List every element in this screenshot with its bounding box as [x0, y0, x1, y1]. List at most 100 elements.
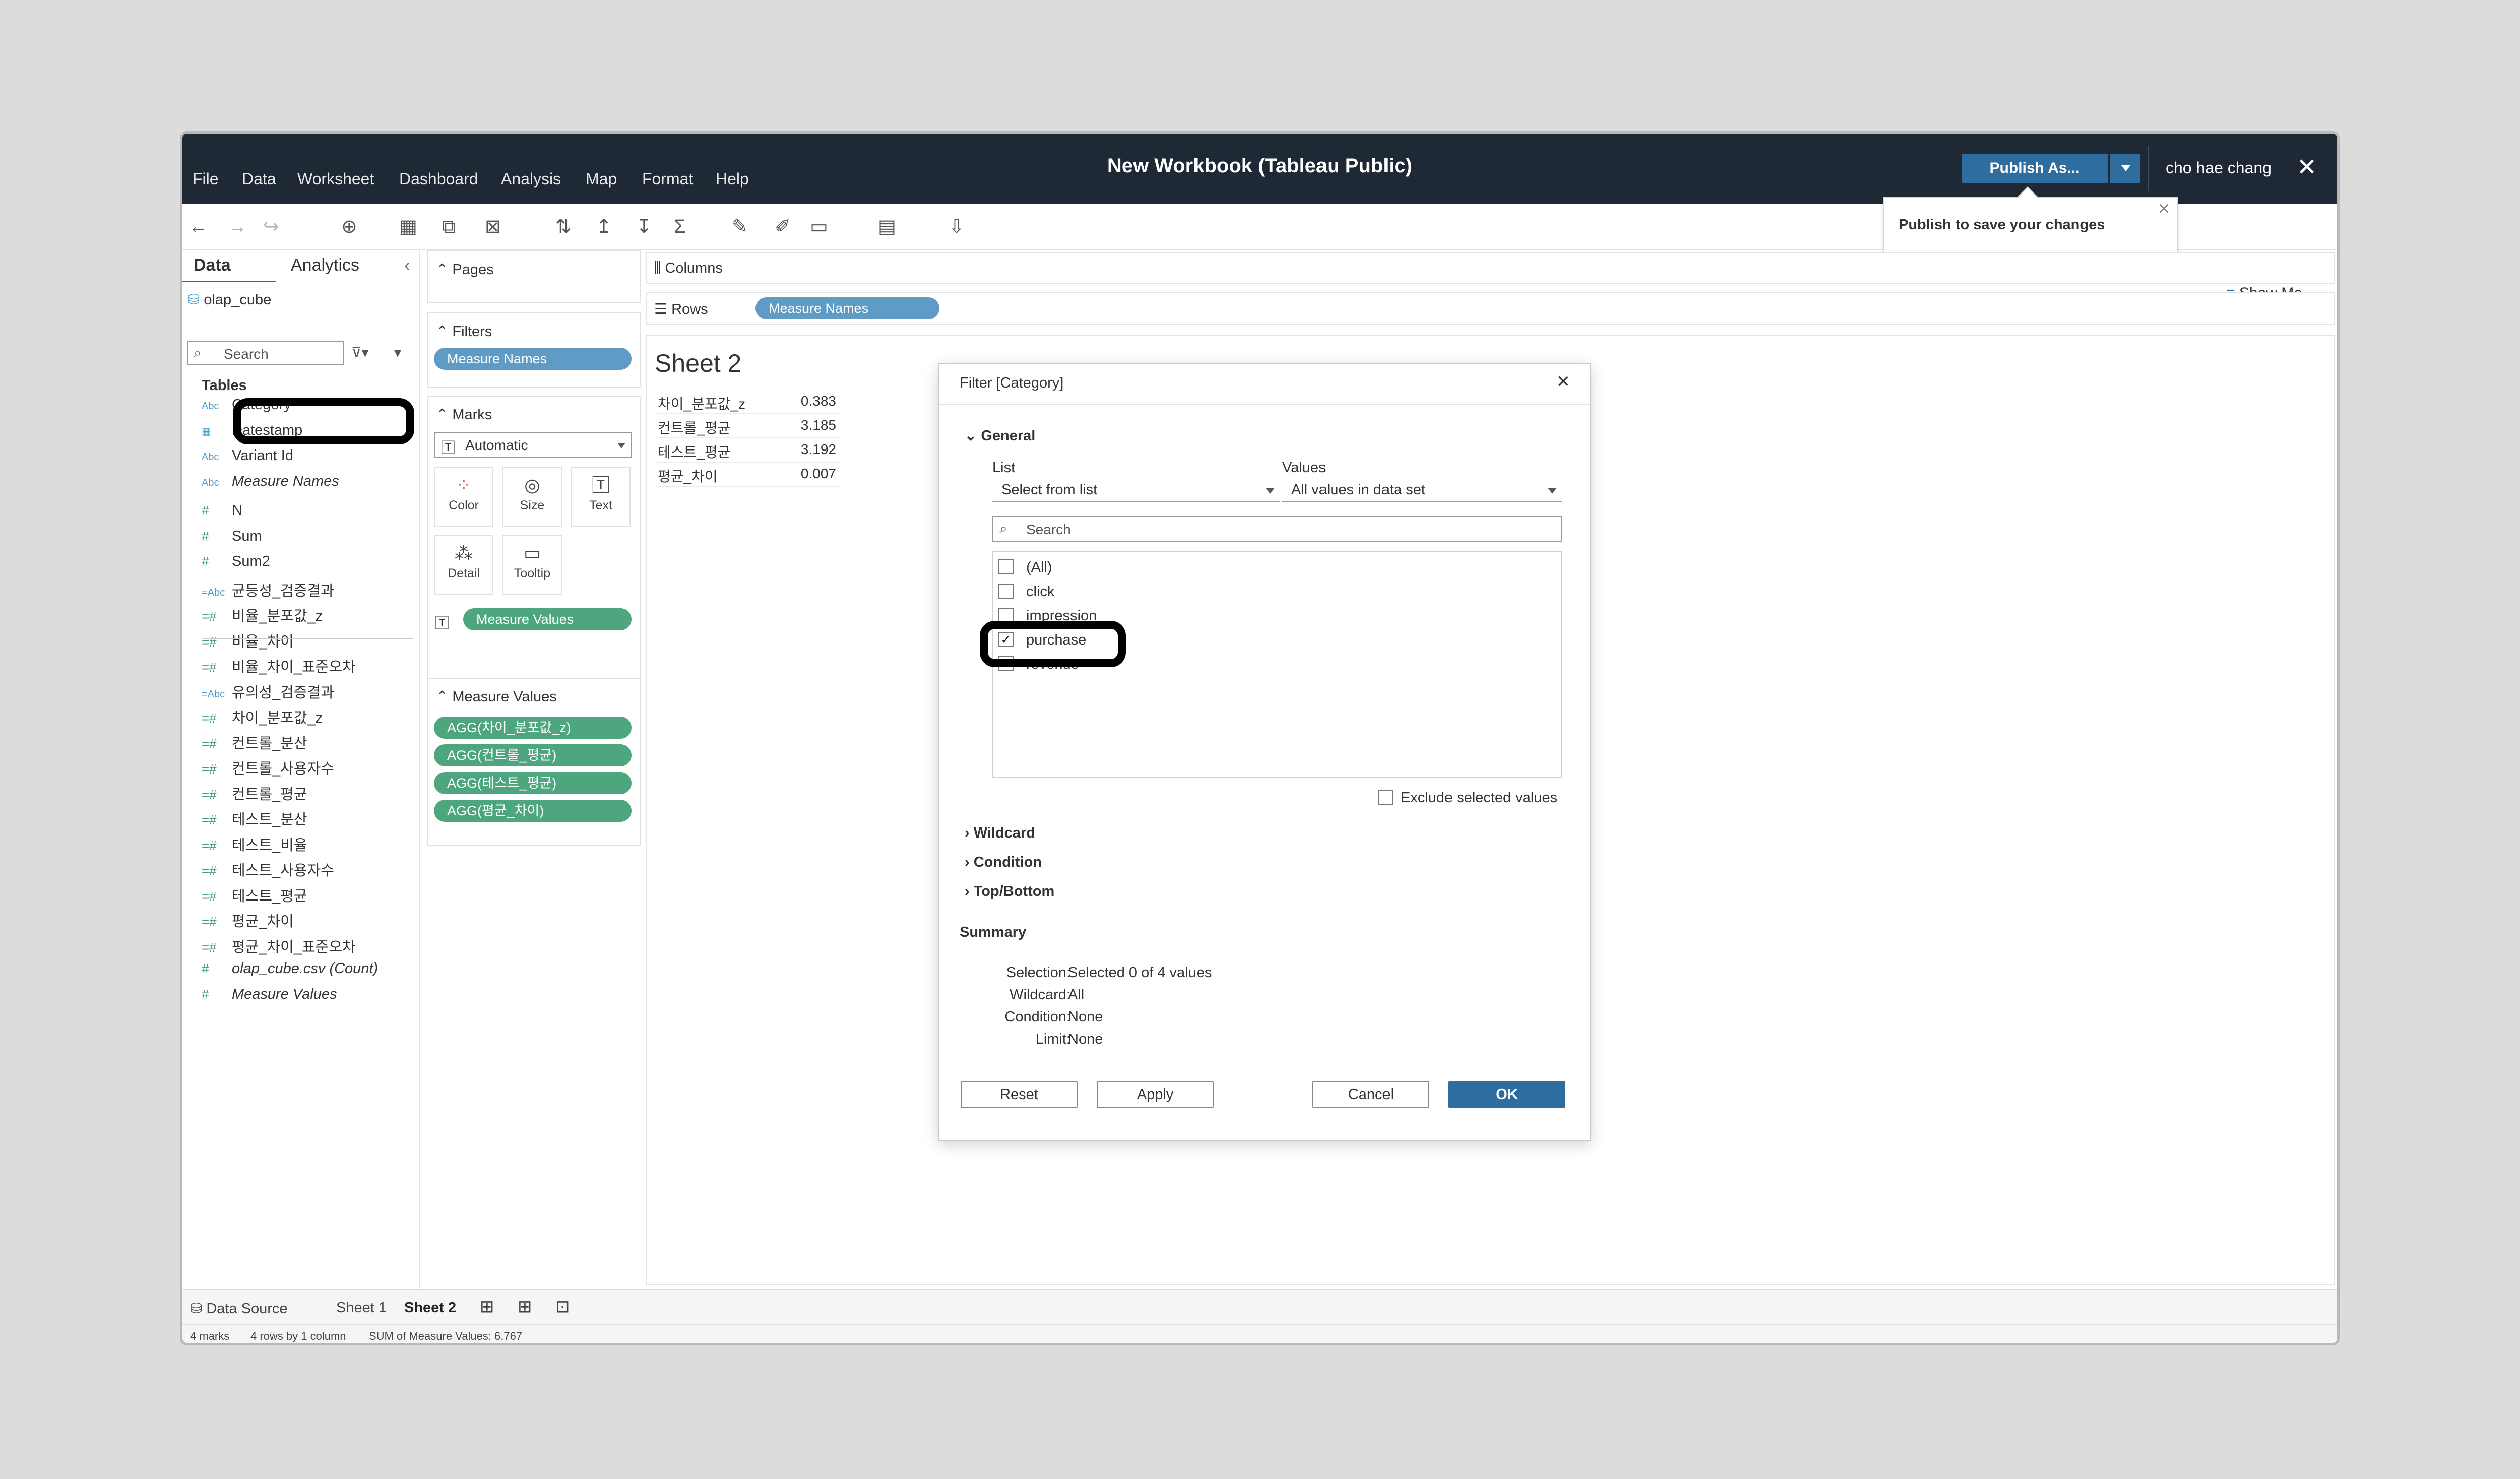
dialog-close-icon[interactable]: × — [1557, 369, 1570, 394]
size-button[interactable]: ◎ Size — [502, 467, 562, 527]
wildcard-section-toggle[interactable]: › Wildcard — [965, 825, 1035, 842]
new-story-icon[interactable]: ⊡ — [555, 1297, 570, 1317]
values-dropdown[interactable]: All values in data set — [1282, 479, 1562, 502]
field-item[interactable]: =# 비율_분포값_z — [202, 604, 323, 625]
field-item[interactable]: =# 차이_분포값_z — [202, 706, 323, 727]
new-worksheet-icon[interactable]: ⊞ — [480, 1297, 494, 1317]
tab-data[interactable]: Data — [194, 255, 231, 275]
new-dashboard-icon[interactable]: ⊞ — [518, 1297, 532, 1317]
tooltip-button[interactable]: ▭ Tooltip — [502, 535, 562, 595]
redo-icon[interactable]: → — [228, 217, 247, 237]
presentation-icon[interactable]: ▤ — [878, 217, 896, 237]
list-item[interactable]: (All) — [998, 557, 1351, 577]
dialog-title: Filter [Category] — [960, 375, 1064, 391]
fit-icon[interactable]: ▭ — [810, 217, 828, 237]
field-item[interactable]: =Abc 유의성_검증결과 — [202, 681, 334, 702]
replay-icon[interactable]: ↪ — [263, 217, 279, 237]
measure-pill[interactable]: AGG(차이_분포값_z) — [434, 717, 632, 739]
tab-analytics[interactable]: Analytics — [291, 255, 359, 275]
color-button[interactable]: ⁘ Color — [434, 467, 493, 527]
text-button[interactable]: 🅃 Text — [571, 467, 631, 527]
dialog-search-input[interactable]: ⌕ Search — [992, 516, 1562, 542]
general-section-toggle[interactable]: ⌄ General — [965, 427, 1035, 444]
field-item[interactable]: =# 컨트롤_사용자수 — [202, 757, 334, 778]
edit-labels-icon[interactable]: ✐ — [775, 217, 791, 237]
condition-section-toggle[interactable]: › Condition — [965, 854, 1042, 871]
field-item[interactable]: =# 테스트_사용자수 — [202, 859, 334, 880]
clear-sheet-icon[interactable]: ⊠ — [485, 217, 501, 237]
measure-type-icon: # — [202, 554, 209, 569]
measure-type-icon: =# — [202, 609, 217, 624]
field-item[interactable]: # olap_cube.csv (Count) — [202, 960, 378, 977]
ok-button[interactable]: OK — [1448, 1081, 1565, 1108]
undo-icon[interactable]: ← — [188, 217, 208, 237]
checkbox[interactable] — [998, 559, 1014, 574]
field-item[interactable]: =# 테스트_비율 — [202, 833, 307, 855]
highlight-icon[interactable]: ✎ — [732, 217, 748, 237]
field-item[interactable]: # Sum — [202, 528, 262, 545]
cancel-button[interactable]: Cancel — [1312, 1081, 1429, 1108]
field-item[interactable]: =# 비율_차이_표준오차 — [202, 655, 356, 676]
sort-ascending-icon[interactable]: ↥ — [596, 217, 612, 237]
datasource-item[interactable]: ⛁ olap_cube — [187, 291, 271, 308]
field-item[interactable]: =# 테스트_평균 — [202, 884, 307, 906]
field-item[interactable]: =# 컨트롤_평균 — [202, 783, 307, 804]
totals-icon[interactable]: Σ — [674, 217, 686, 237]
field-item[interactable]: =# 비율_차이 — [202, 630, 294, 651]
filter-pill-measure-names[interactable]: Measure Names — [434, 348, 632, 370]
field-item[interactable]: Abc Variant Id — [202, 447, 293, 464]
reset-button[interactable]: Reset — [961, 1081, 1078, 1108]
marks-pill-measure-values[interactable]: Measure Values — [463, 608, 632, 630]
detail-button[interactable]: ⁂ Detail — [434, 535, 493, 595]
rows-shelf[interactable]: ☰ Rows Measure Names — [646, 292, 2335, 325]
pages-card[interactable]: ⌃ Pages — [427, 250, 641, 303]
field-search-input[interactable]: ⌕ Search — [187, 341, 344, 365]
field-item[interactable]: # Measure Values — [202, 986, 337, 1003]
field-item[interactable]: =# 평균_차이_표준오차 — [202, 935, 356, 956]
swap-icon[interactable]: ⇅ — [555, 217, 572, 237]
collapse-pane-icon[interactable]: ‹ — [404, 254, 410, 276]
top-bottom-section-toggle[interactable]: › Top/Bottom — [965, 883, 1054, 900]
tooltip-close-icon[interactable]: × — [2158, 198, 2170, 220]
data-source-tab[interactable]: ⛁ Data Source — [190, 1300, 288, 1317]
filters-card[interactable]: ⌃ Filters Measure Names — [427, 312, 641, 388]
new-worksheet-icon[interactable]: ▦ — [399, 217, 417, 237]
table-row[interactable]: 평균_차이 0.007 — [655, 462, 841, 487]
sort-descending-icon[interactable]: ↧ — [636, 217, 652, 237]
field-item[interactable]: Abc Measure Names — [202, 473, 339, 490]
field-item[interactable]: =Abc 균등성_검증결과 — [202, 579, 334, 600]
measure-pill[interactable]: AGG(컨트롤_평균) — [434, 744, 632, 766]
mark-type-dropdown[interactable]: 🅃 Automatic — [434, 432, 632, 458]
checkbox[interactable] — [998, 584, 1014, 599]
measure-type-icon: =# — [202, 711, 217, 726]
view-options-icon[interactable]: ▾ — [394, 344, 401, 361]
duplicate-sheet-icon[interactable]: ⧉ — [442, 217, 456, 237]
close-icon[interactable]: ✕ — [2297, 156, 2317, 180]
measure-type-icon: =# — [202, 838, 217, 853]
measure-pill[interactable]: AGG(평균_차이) — [434, 800, 632, 822]
publish-as-button[interactable]: Publish As... — [1962, 154, 2108, 183]
list-item[interactable]: click — [998, 582, 1351, 602]
field-item[interactable]: =# 평균_차이 — [202, 910, 294, 931]
apply-button[interactable]: Apply — [1097, 1081, 1214, 1108]
table-row[interactable]: 테스트_평균 3.192 — [655, 437, 841, 463]
filter-fields-icon[interactable]: ⊽▾ — [351, 344, 369, 361]
tab-sheet-2[interactable]: Sheet 2 — [404, 1300, 456, 1316]
columns-shelf[interactable]: ⫼ Columns — [646, 252, 2335, 284]
list-dropdown[interactable]: Select from list — [992, 479, 1280, 502]
measure-pill[interactable]: AGG(테스트_평균) — [434, 772, 632, 794]
rows-pill-measure-names[interactable]: Measure Names — [755, 297, 939, 319]
publish-dropdown-button[interactable] — [2110, 154, 2140, 183]
field-item[interactable]: =# 컨트롤_분산 — [202, 732, 307, 753]
exclude-checkbox[interactable] — [1378, 790, 1393, 805]
purchase-highlight-callout — [980, 621, 1126, 667]
new-data-source-icon[interactable]: ⊕ — [341, 217, 357, 237]
user-name[interactable]: cho hae chang — [2166, 159, 2272, 177]
download-icon[interactable]: ⇩ — [949, 217, 965, 237]
table-row[interactable]: 차이_분포값_z 0.383 — [655, 389, 841, 414]
field-item[interactable]: =# 테스트_분산 — [202, 808, 307, 829]
field-item[interactable]: # Sum2 — [202, 553, 270, 570]
table-row[interactable]: 컨트롤_평균 3.185 — [655, 413, 841, 438]
field-item[interactable]: # N — [202, 502, 242, 519]
tab-sheet-1[interactable]: Sheet 1 — [336, 1300, 387, 1316]
